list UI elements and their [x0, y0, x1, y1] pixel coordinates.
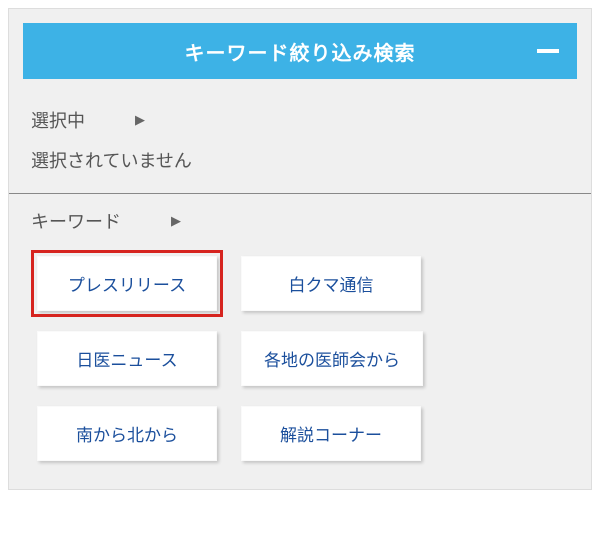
keywords-label: キーワード: [31, 208, 121, 234]
keyword-chip[interactable]: 日医ニュース: [37, 331, 217, 386]
keywords-section: キーワード ▶ プレスリリース白クマ通信日医ニュース各地の医師会から南から北から…: [9, 194, 591, 489]
keyword-chip[interactable]: 白クマ通信: [241, 256, 421, 311]
keywords-section-header[interactable]: キーワード ▶: [9, 194, 591, 244]
keyword-chip[interactable]: 解説コーナー: [241, 406, 421, 461]
keyword-chip[interactable]: 各地の医師会から: [241, 331, 423, 386]
chevron-right-icon: ▶: [171, 213, 181, 229]
panel-header[interactable]: キーワード絞り込み検索: [23, 23, 577, 79]
chevron-right-icon: ▶: [135, 112, 145, 128]
keyword-filter-panel: キーワード絞り込み検索 選択中 ▶ 選択されていません キーワード ▶ プレスリ…: [8, 8, 592, 490]
selected-label: 選択中: [31, 107, 85, 133]
keyword-chip[interactable]: 南から北から: [37, 406, 217, 461]
minus-icon: [537, 49, 559, 53]
keyword-chip-list: プレスリリース白クマ通信日医ニュース各地の医師会から南から北から解説コーナー: [9, 244, 591, 465]
selected-status: 選択されていません: [9, 143, 591, 194]
keyword-chip[interactable]: プレスリリース: [37, 256, 217, 311]
selected-section-header[interactable]: 選択中 ▶: [9, 93, 591, 143]
panel-title: キーワード絞り込み検索: [185, 37, 416, 66]
